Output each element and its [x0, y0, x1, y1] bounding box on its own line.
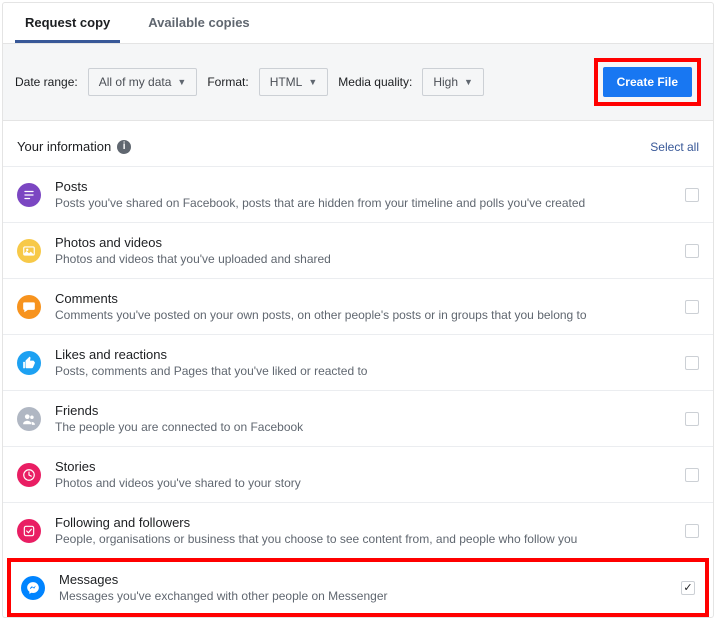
format-select[interactable]: HTML ▼	[259, 68, 329, 96]
row-title: Messages	[59, 572, 681, 587]
info-icon[interactable]: i	[117, 140, 131, 154]
row-checkbox[interactable]	[681, 581, 695, 595]
row-checkbox[interactable]	[685, 524, 699, 538]
row-checkbox[interactable]	[685, 412, 699, 426]
row-desc: Posts you've shared on Facebook, posts t…	[55, 196, 685, 210]
row-title: Comments	[55, 291, 685, 306]
tab-request-copy[interactable]: Request copy	[15, 3, 120, 43]
row-title: Posts	[55, 179, 685, 194]
row-text: Friends The people you are connected to o…	[55, 403, 685, 434]
list-item[interactable]: Friends The people you are connected to o…	[3, 390, 713, 446]
row-title: Likes and reactions	[55, 347, 685, 362]
row-text: Posts Posts you've shared on Facebook, po…	[55, 179, 685, 210]
row-text: Comments Comments you've posted on your o…	[55, 291, 685, 322]
row-text: Stories Photos and videos you've shared t…	[55, 459, 685, 490]
list-item[interactable]: Following and followers People, organisat…	[3, 502, 713, 558]
posts-icon	[17, 183, 41, 207]
likes-icon	[17, 351, 41, 375]
row-checkbox[interactable]	[685, 244, 699, 258]
format-value: HTML	[270, 75, 303, 89]
row-checkbox[interactable]	[685, 356, 699, 370]
date-range-label: Date range:	[15, 75, 78, 89]
row-text: Photos and videos Photos and videos that …	[55, 235, 685, 266]
photos-icon	[17, 239, 41, 263]
date-range-select[interactable]: All of my data ▼	[88, 68, 198, 96]
create-file-highlight: Create File	[594, 58, 701, 106]
row-checkbox[interactable]	[685, 188, 699, 202]
caret-icon: ▼	[177, 77, 186, 87]
media-quality-label: Media quality:	[338, 75, 412, 89]
following-icon	[17, 519, 41, 543]
tab-bar: Request copy Available copies	[3, 3, 713, 44]
row-title: Photos and videos	[55, 235, 685, 250]
info-list: Posts Posts you've shared on Facebook, po…	[3, 166, 713, 617]
list-item[interactable]: Likes and reactions Posts, comments and P…	[3, 334, 713, 390]
stories-icon	[17, 463, 41, 487]
comments-icon	[17, 295, 41, 319]
row-desc: Photos and videos you've shared to your …	[55, 476, 685, 490]
list-item[interactable]: Comments Comments you've posted on your o…	[3, 278, 713, 334]
date-range-value: All of my data	[99, 75, 172, 89]
row-desc: The people you are connected to on Faceb…	[55, 420, 685, 434]
caret-icon: ▼	[308, 77, 317, 87]
row-desc: Posts, comments and Pages that you've li…	[55, 364, 685, 378]
section-title: Your information	[17, 139, 111, 154]
section-header: Your information i Select all	[3, 121, 713, 166]
row-desc: Comments you've posted on your own posts…	[55, 308, 685, 322]
row-desc: People, organisations or business that y…	[55, 532, 685, 546]
row-text: Following and followers People, organisat…	[55, 515, 685, 546]
row-checkbox[interactable]	[685, 300, 699, 314]
friends-icon	[17, 407, 41, 431]
row-title: Friends	[55, 403, 685, 418]
media-quality-value: High	[433, 75, 458, 89]
filter-bar: Date range: All of my data ▼ Format: HTM…	[3, 44, 713, 121]
list-item[interactable]: Stories Photos and videos you've shared t…	[3, 446, 713, 502]
select-all-link[interactable]: Select all	[650, 140, 699, 154]
row-text: MessagesMessages you've exchanged with o…	[59, 572, 681, 603]
row-text: Likes and reactions Posts, comments and P…	[55, 347, 685, 378]
row-title: Stories	[55, 459, 685, 474]
create-file-button[interactable]: Create File	[603, 67, 692, 97]
tab-available-copies[interactable]: Available copies	[138, 3, 259, 43]
media-quality-select[interactable]: High ▼	[422, 68, 484, 96]
list-item[interactable]: MessagesMessages you've exchanged with o…	[7, 558, 709, 617]
download-info-panel: Request copy Available copies Date range…	[2, 2, 714, 618]
row-desc: Photos and videos that you've uploaded a…	[55, 252, 685, 266]
caret-icon: ▼	[464, 77, 473, 87]
row-checkbox[interactable]	[685, 468, 699, 482]
list-item[interactable]: Posts Posts you've shared on Facebook, po…	[3, 166, 713, 222]
messages-icon	[21, 576, 45, 600]
list-item[interactable]: Photos and videos Photos and videos that …	[3, 222, 713, 278]
row-title: Following and followers	[55, 515, 685, 530]
format-label: Format:	[207, 75, 248, 89]
